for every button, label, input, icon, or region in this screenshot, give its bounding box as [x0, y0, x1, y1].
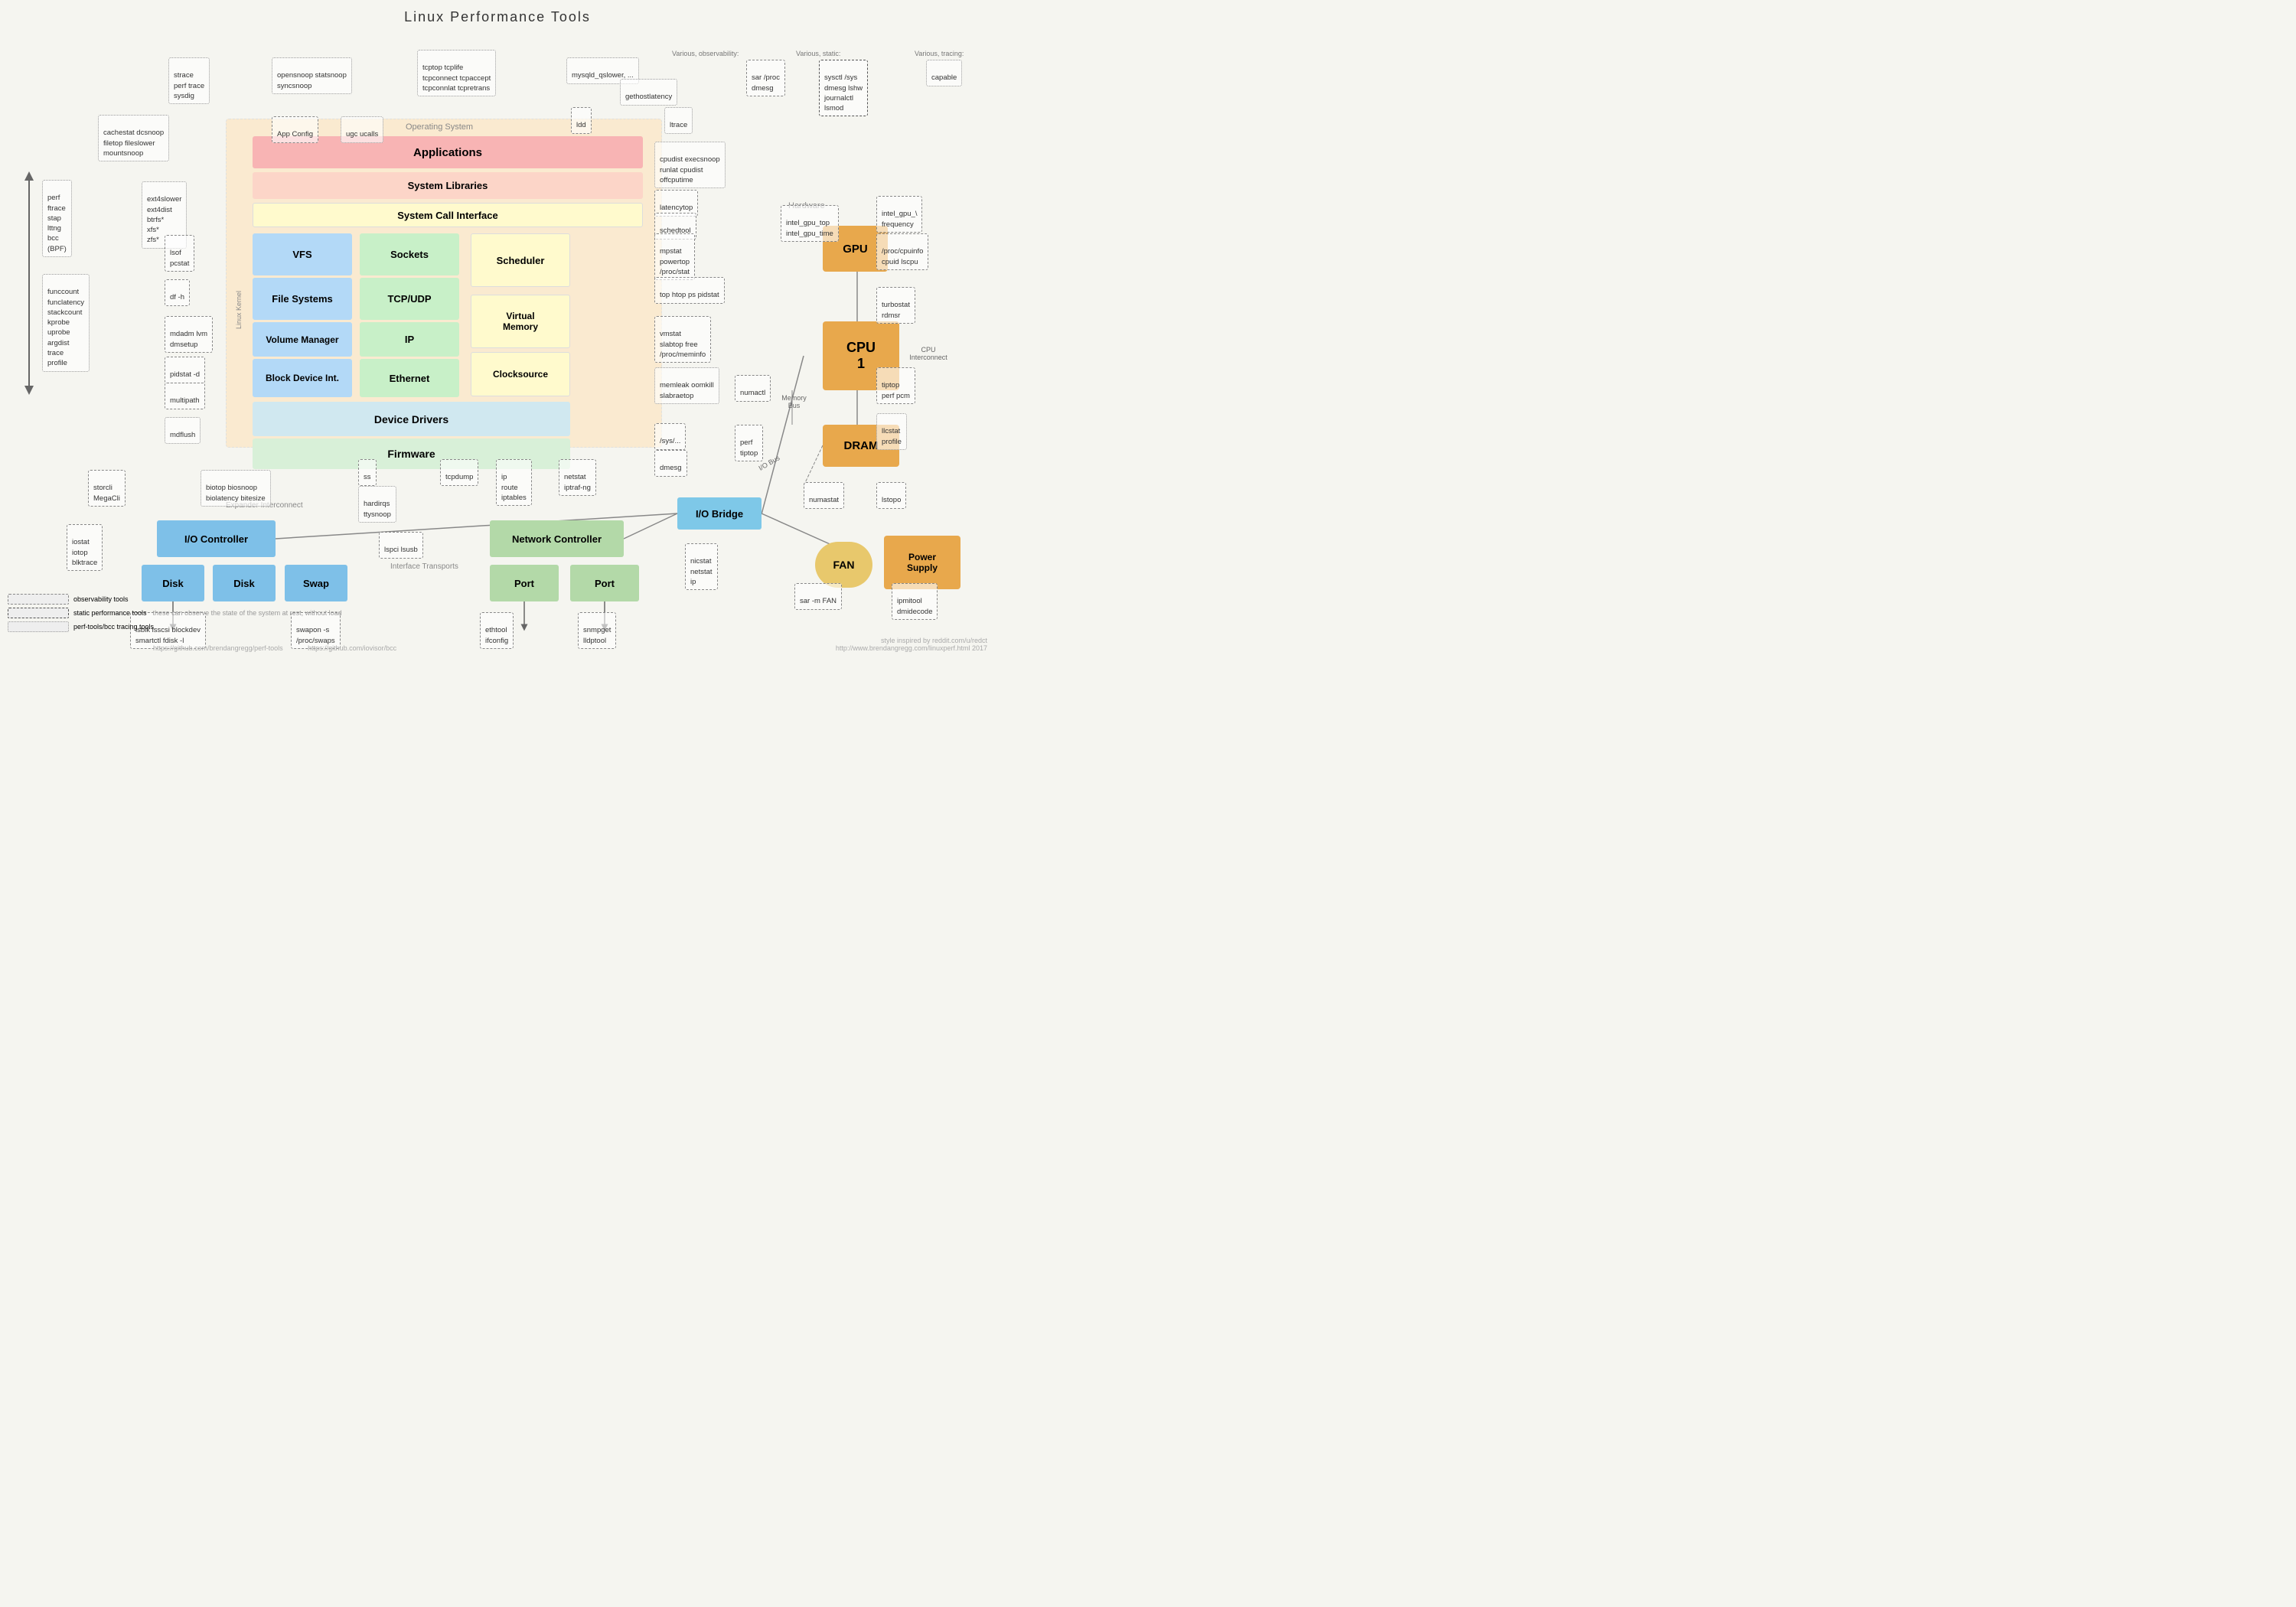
- mdadm-label: mdadm lvm dmsetup: [165, 316, 213, 353]
- legend-static-box: [8, 608, 69, 618]
- lstopo-label: lstopo: [876, 482, 906, 509]
- intel-gpu-freq-label: intel_gpu_\ frequency: [876, 196, 922, 233]
- tcpdump-label: tcpdump: [440, 459, 478, 486]
- legend-obs-box: [8, 594, 69, 605]
- strace-label: strace perf trace sysdig: [168, 57, 210, 104]
- fan-block: FAN: [815, 542, 872, 588]
- cpu-interconnect-label: CPU Interconnect: [902, 346, 955, 361]
- snmpget-label: snmpget lldptool: [578, 612, 616, 649]
- hardirqs-label: hardirqs ttysnoop: [358, 486, 396, 523]
- syscall-block: System Call Interface: [253, 203, 643, 227]
- port1-block: Port: [490, 565, 559, 601]
- volume-manager-block: Volume Manager: [253, 322, 352, 357]
- legend-static: static performance tools these can obser…: [8, 608, 342, 618]
- lsof-label: lsof pcstat: [165, 235, 194, 272]
- tcptop-label: tcptop tcplife tcpconnect tcpaccept tcpc…: [417, 50, 496, 96]
- sysctl-label: sysctl /sys dmesg lshw journalctl lsmod: [819, 60, 868, 116]
- sockets-block: Sockets: [360, 233, 459, 275]
- footer-links: https://github.com/brendangregg/perf-too…: [153, 644, 396, 652]
- legend-tracing-box: [8, 621, 69, 632]
- numactl-label: numactl: [735, 375, 771, 402]
- port2-block: Port: [570, 565, 639, 601]
- ipmitool-label: ipmitool dmidecode: [892, 583, 938, 620]
- dmesg-label: dmesg: [654, 450, 687, 477]
- memleak-label: memleak oomkill slabraetop: [654, 367, 719, 404]
- ltrace-label: ltrace: [664, 107, 693, 134]
- nicstat-label: nicstat netstat ip: [685, 543, 718, 590]
- turbostat-label: turbostat rdmsr: [876, 287, 915, 324]
- various-tracing-header: Various, tracing:: [915, 50, 964, 57]
- sar-fan-label: sar -m FAN: [794, 583, 842, 610]
- biotop-label: biotop biosnoop biolatency bitesize: [201, 470, 271, 507]
- funccount-label: funccount funclatency stackcount kprobe …: [42, 274, 90, 372]
- legend-tracing: perf-tools/bcc tracing tools: [8, 621, 342, 632]
- sys-label: /sys/...: [654, 423, 686, 450]
- cachestat-label: cachestat dcsnoop filetop fileslower mou…: [98, 115, 169, 161]
- gethostlatency-label: gethostlatency: [620, 79, 677, 106]
- ip-route-label: ip route iptables: [496, 459, 532, 506]
- ss-label: ss: [358, 459, 377, 486]
- memory-bus-label: Memory Bus: [773, 394, 815, 409]
- legend: observability tools static performance t…: [8, 594, 342, 635]
- cpudist-label: cpudist execsnoop runlat cpudist offcput…: [654, 142, 726, 188]
- virtual-memory-block: Virtual Memory: [471, 295, 570, 348]
- clocksource-block: Clocksource: [471, 352, 570, 396]
- storcli-label: storcli MegaCli: [88, 470, 126, 507]
- io-controller-block: I/O Controller: [157, 520, 276, 557]
- tiptop-label: tiptop perf pcm: [876, 367, 915, 404]
- df-label: df -h: [165, 279, 190, 306]
- opensnoop-label: opensnoop statsnoop syncsnoop: [272, 57, 352, 94]
- lspci-label: lspci lsusb: [379, 532, 423, 559]
- iostat-label: iostat iotop blktrace: [67, 524, 103, 571]
- vmstat-label: vmstat slabtop free /proc/meminfo: [654, 316, 711, 363]
- various-obs-header: Various, observability:: [672, 50, 739, 57]
- scheduler-block: Scheduler: [471, 233, 570, 287]
- numastat-label: numastat: [804, 482, 844, 509]
- mpstat-label: mpstat powertop /proc/stat: [654, 233, 695, 280]
- multipath-label: multipath: [165, 383, 205, 409]
- various-static-header: Various, static:: [796, 50, 840, 57]
- capable-label: capable: [926, 60, 962, 86]
- footer: style inspired by reddit.com/u/redct htt…: [836, 637, 987, 652]
- io-bridge-block: I/O Bridge: [677, 497, 762, 530]
- ethernet-block: Ethernet: [360, 359, 459, 397]
- netstat-label: netstat iptraf-ng: [559, 459, 596, 496]
- ip-block: IP: [360, 322, 459, 357]
- intel-gpu-top-label: intel_gpu_top intel_gpu_time: [781, 205, 839, 242]
- ldd-label: ldd: [571, 107, 592, 134]
- ugc-label: ugc ucalls: [341, 116, 383, 143]
- main-container: Linux Performance Tools: [0, 0, 995, 658]
- file-systems-block: File Systems: [253, 278, 352, 320]
- perf-tiptop-label: perf tiptop: [735, 425, 763, 461]
- network-controller-block: Network Controller: [490, 520, 624, 557]
- vfs-block: VFS: [253, 233, 352, 275]
- kernel-label: Linux Kernel: [235, 291, 243, 329]
- appconfig-label: App Config: [272, 116, 318, 143]
- os-label: Operating System: [406, 122, 473, 132]
- power-supply-block: Power Supply: [884, 536, 960, 589]
- interface-label: Interface Transports: [390, 562, 458, 571]
- system-libraries-block: System Libraries: [253, 172, 643, 199]
- llcstat-label: llcstat profile: [876, 413, 907, 450]
- ethtool-label: ethtool ifconfig: [480, 612, 514, 649]
- top-label: top htop ps pidstat: [654, 277, 725, 304]
- mdflush-label: mdflush: [165, 417, 201, 444]
- perf-ftrace-label: perf ftrace stap lttng bcc (BPF): [42, 180, 72, 257]
- sar-proc-label: sar /proc dmesg: [746, 60, 785, 96]
- device-drivers-block: Device Drivers: [253, 402, 570, 436]
- proc-cpuinfo-label: /proc/cpuinfo cpuid lscpu: [876, 233, 928, 270]
- block-device-block: Block Device Int.: [253, 359, 352, 397]
- legend-observability: observability tools: [8, 594, 342, 605]
- page-title: Linux Performance Tools: [0, 0, 995, 30]
- pidstat-label: pidstat -d: [165, 357, 205, 383]
- tcp-udp-block: TCP/UDP: [360, 278, 459, 320]
